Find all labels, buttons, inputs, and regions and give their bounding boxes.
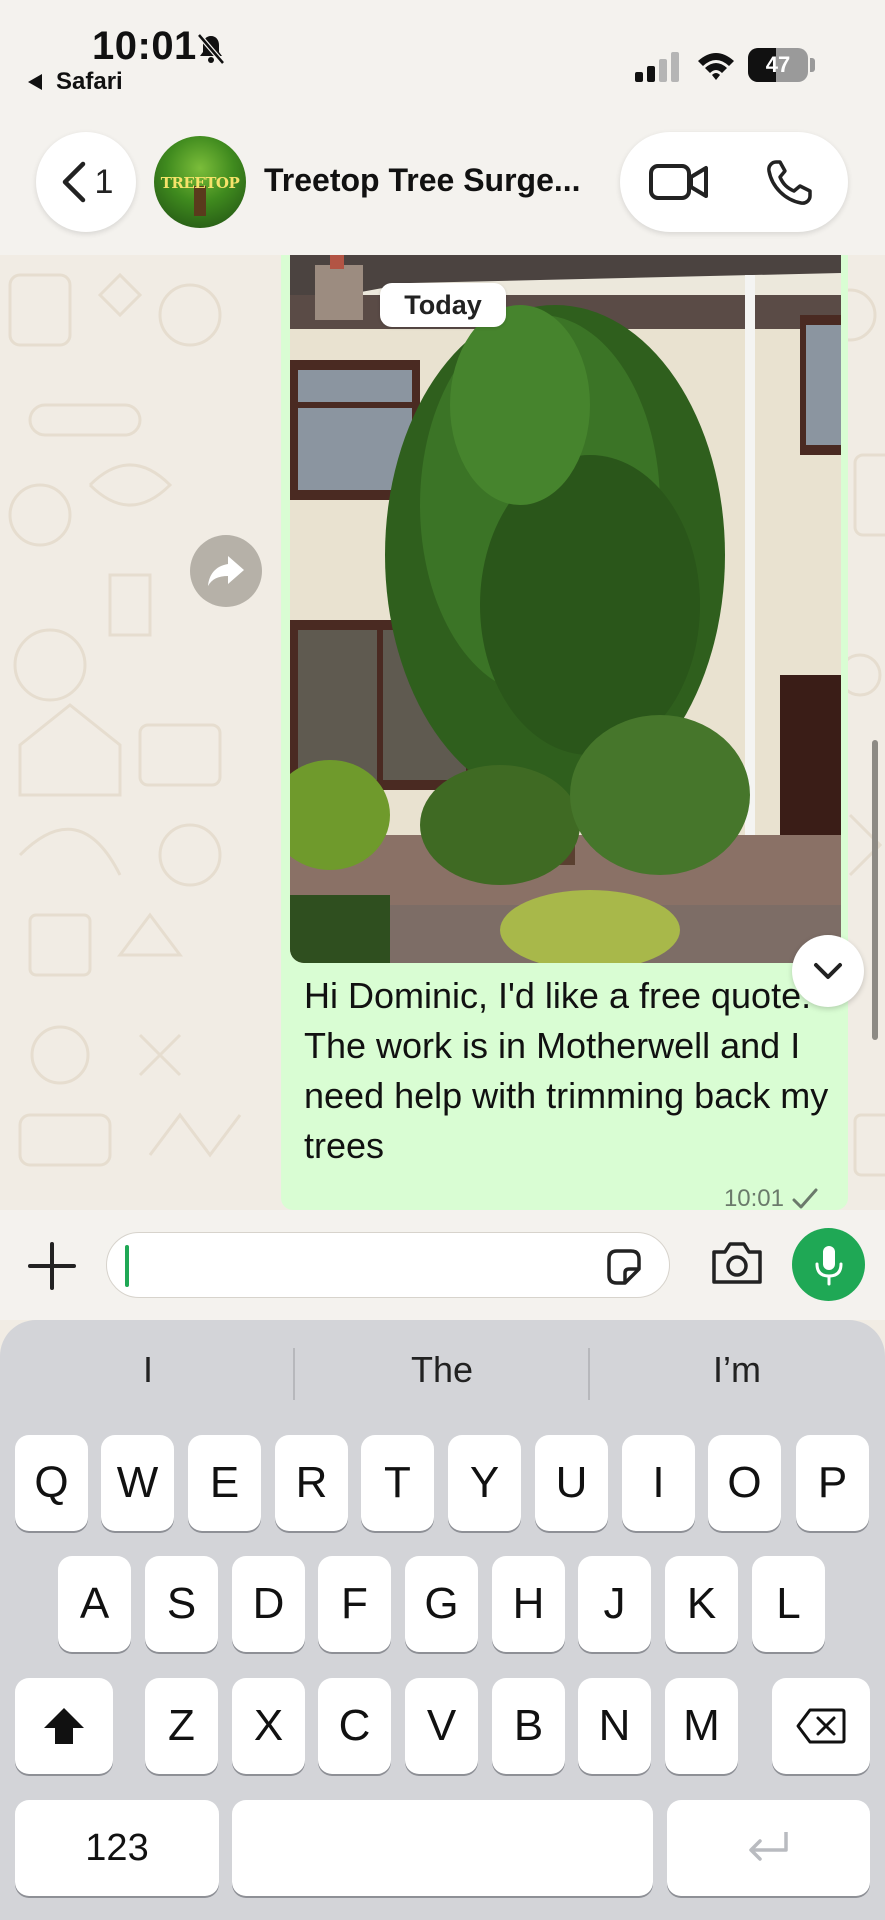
chat-header: 1 TREETOP Treetop Tree Surge...: [0, 110, 885, 255]
key-e[interactable]: E: [188, 1435, 261, 1531]
forward-button[interactable]: [190, 535, 262, 607]
date-separator: Today: [380, 283, 506, 327]
battery-nub: [810, 58, 815, 72]
camera-icon[interactable]: [710, 1240, 764, 1286]
battery-percent: 47: [765, 52, 791, 77]
key-b[interactable]: B: [492, 1678, 565, 1774]
numbers-key[interactable]: 123: [15, 1800, 219, 1896]
voice-message-button[interactable]: [792, 1228, 865, 1301]
backspace-key[interactable]: [772, 1678, 870, 1774]
contact-avatar[interactable]: TREETOP: [154, 136, 246, 228]
video-call-icon[interactable]: [648, 160, 710, 204]
key-h[interactable]: H: [492, 1556, 565, 1652]
suggestion-1[interactable]: I: [8, 1340, 288, 1400]
key-w[interactable]: W: [101, 1435, 174, 1531]
chat-scrollbar[interactable]: [872, 740, 878, 1040]
message-text: Hi Dominic, I'd like a free quote. The w…: [304, 975, 829, 1166]
key-i[interactable]: I: [622, 1435, 695, 1531]
key-o[interactable]: O: [708, 1435, 781, 1531]
suggestion-3[interactable]: I’m: [597, 1340, 877, 1400]
suggestion-2[interactable]: The: [302, 1340, 582, 1400]
key-j[interactable]: J: [578, 1556, 651, 1652]
avatar-logo-text: TREETOP: [160, 174, 240, 192]
unread-count: 1: [94, 162, 114, 201]
shift-key[interactable]: [15, 1678, 113, 1774]
battery-indicator: 47: [748, 48, 808, 82]
outgoing-message-bubble[interactable]: Hi Dominic, I'd like a free quote. The w…: [281, 255, 848, 1210]
key-k[interactable]: K: [665, 1556, 738, 1652]
voice-call-icon[interactable]: [764, 158, 814, 208]
key-m[interactable]: M: [665, 1678, 738, 1774]
status-bar: 10:01 Safari 47: [0, 0, 885, 110]
key-u[interactable]: U: [535, 1435, 608, 1531]
return-arrow-icon: [748, 1832, 788, 1861]
key-t[interactable]: T: [361, 1435, 434, 1531]
suggestion-divider: [588, 1348, 590, 1400]
key-r[interactable]: R: [275, 1435, 348, 1531]
bell-muted-icon: [197, 33, 225, 65]
microphone-icon: [815, 1245, 842, 1285]
message-photo-tree[interactable]: [290, 255, 841, 963]
key-c[interactable]: C: [318, 1678, 391, 1774]
key-v[interactable]: V: [405, 1678, 478, 1774]
call-actions: [620, 132, 848, 232]
contact-name[interactable]: Treetop Tree Surge...: [264, 162, 581, 199]
status-time: 10:01: [92, 24, 197, 68]
sent-check-icon: [792, 1188, 818, 1209]
key-s[interactable]: S: [145, 1556, 218, 1652]
key-l[interactable]: L: [752, 1556, 825, 1652]
chevron-down-icon: [814, 963, 842, 979]
text-caret: [125, 1245, 129, 1287]
sticker-icon[interactable]: [603, 1247, 643, 1287]
return-key[interactable]: [667, 1800, 870, 1896]
forward-arrow-icon: [208, 556, 244, 586]
key-y[interactable]: Y: [448, 1435, 521, 1531]
wifi-icon: [698, 53, 734, 80]
key-x[interactable]: X: [232, 1678, 305, 1774]
shift-arrow-icon: [44, 1708, 84, 1744]
attach-plus-icon[interactable]: [26, 1240, 78, 1292]
predictive-suggestions: I The I’m: [0, 1340, 885, 1400]
on-screen-keyboard: I The I’m Q W E R T Y U I O P A S D F G …: [0, 1320, 885, 1920]
key-n[interactable]: N: [578, 1678, 651, 1774]
key-q[interactable]: Q: [15, 1435, 88, 1531]
back-button[interactable]: 1: [36, 132, 136, 232]
cellular-signal-icon: [635, 52, 679, 82]
backspace-icon: [796, 1708, 846, 1744]
message-meta: 10:01: [724, 1185, 818, 1210]
key-a[interactable]: A: [58, 1556, 131, 1652]
back-to-safari-link[interactable]: Safari: [28, 68, 123, 96]
message-input[interactable]: [106, 1232, 670, 1298]
message-composer: [0, 1210, 885, 1320]
key-g[interactable]: G: [405, 1556, 478, 1652]
back-triangle-icon: [28, 74, 42, 90]
key-f[interactable]: F: [318, 1556, 391, 1652]
chat-area[interactable]: Hi Dominic, I'd like a free quote. The w…: [0, 255, 885, 1210]
suggestion-divider: [293, 1348, 295, 1400]
tree-photo-illustration: [290, 255, 841, 963]
key-z[interactable]: Z: [145, 1678, 218, 1774]
back-app-label: Safari: [56, 68, 123, 95]
chevron-left-icon: [62, 161, 85, 203]
scroll-to-bottom-button[interactable]: [792, 935, 864, 1007]
message-time: 10:01: [723, 1185, 784, 1210]
key-d[interactable]: D: [232, 1556, 305, 1652]
key-p[interactable]: P: [796, 1435, 869, 1531]
space-key[interactable]: [232, 1800, 653, 1896]
